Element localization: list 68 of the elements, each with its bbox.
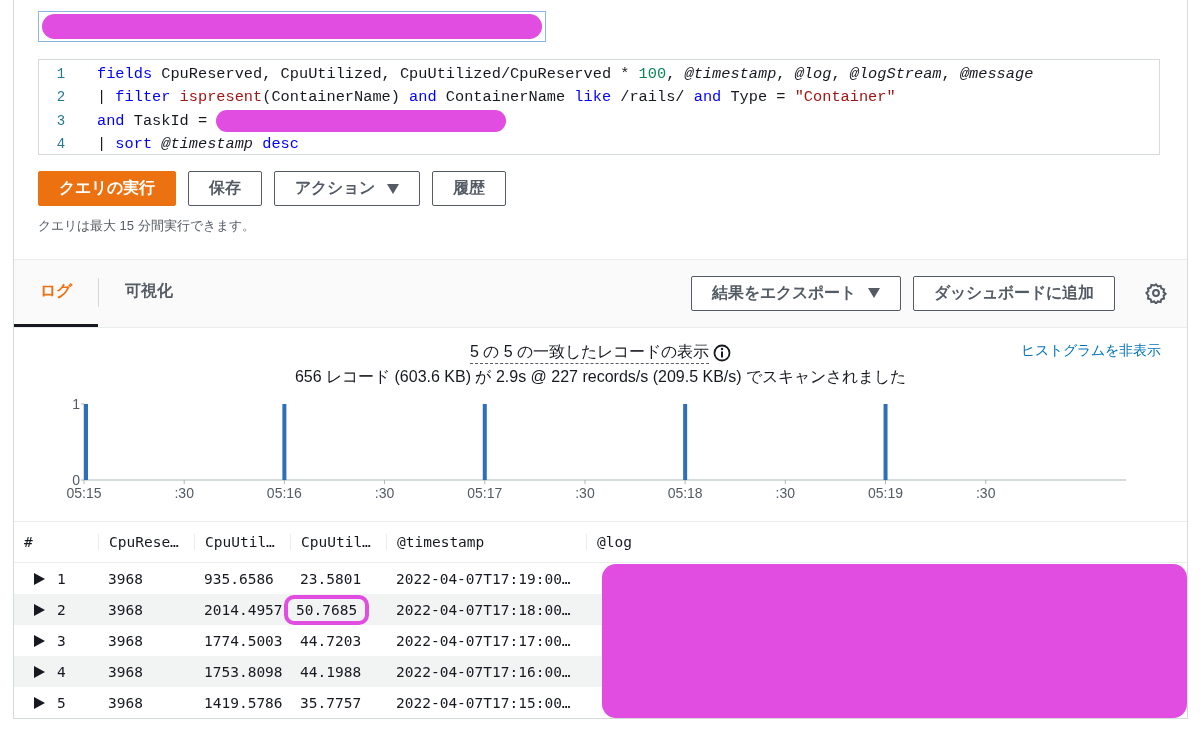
- table-cell-text: 3968: [107, 570, 143, 587]
- table-cell: 5: [57, 694, 66, 711]
- actions-dropdown[interactable]: アクション: [274, 171, 420, 206]
- table-cell-text: 3968: [107, 601, 143, 618]
- line-number: 4: [55, 136, 67, 153]
- add-to-dashboard-button[interactable]: ダッシュボードに追加: [913, 275, 1115, 311]
- x-tick-label: :30: [775, 484, 796, 501]
- table-cell-text: 2014.4957: [203, 601, 283, 618]
- column-header[interactable]: CpuRese…: [98, 534, 194, 550]
- tab[interactable]: 可視化: [99, 260, 199, 327]
- table-cell-text: 44.1988: [299, 663, 362, 680]
- query-editor[interactable]: [38, 59, 1160, 155]
- hide-histogram-link[interactable]: ヒストグラムを非表示: [1021, 341, 1161, 360]
- table-cell-text: 935.6586: [203, 570, 274, 587]
- caret-icon: [387, 183, 399, 194]
- table-cell: 2: [57, 601, 66, 618]
- column-header[interactable]: @log: [586, 534, 1187, 550]
- table-cell-text: 44.7203: [299, 632, 362, 649]
- table-cell-text: 3968: [107, 632, 143, 649]
- settings-icon[interactable]: [1145, 282, 1167, 305]
- code-line: | sort @timestamp desc: [96, 135, 299, 154]
- table-cell: 4: [57, 663, 66, 680]
- query-note: クエリは最大 15 分間実行できます。: [38, 217, 256, 235]
- export-dropdown[interactable]: 結果をエクスポート: [691, 275, 901, 311]
- table-cell-text: 1419.5786: [203, 694, 283, 711]
- code-line: fields CpuReserved, CpuUtilized, CpuUtilized/CpuReserved * 100, @timestamp, @log, @logStream, @message: [96, 64, 1034, 83]
- table-cell-text: 2022-04-07T17:18:00…: [395, 601, 571, 618]
- x-tick-label: 05:18: [667, 484, 703, 501]
- records-summary: 5 の 5 の一致したレコードの表示: [469, 341, 710, 364]
- expand-icon[interactable]: [34, 665, 45, 678]
- column-header[interactable]: CpuUtil…: [194, 534, 290, 550]
- table-cell-text: 23.5801: [299, 570, 362, 587]
- table-cell: 3: [57, 632, 66, 649]
- table-cell-text: 3968: [107, 663, 143, 680]
- table-cell-text: 2022-04-07T17:17:00…: [395, 632, 571, 649]
- toolbar-button[interactable]: 履歴: [432, 171, 506, 206]
- line-number: 1: [55, 65, 67, 82]
- x-tick-label: 05:17: [467, 484, 503, 501]
- code-line: and TaskId =: [82, 109, 507, 132]
- x-tick-label: :30: [174, 484, 194, 501]
- table-cell-text: 1774.5003: [203, 632, 283, 649]
- scan-info: 656 レコード (603.6 KB) が 2.9s @ 227 records/s (209.5 KB/s) でスキャンされました: [293, 366, 908, 387]
- toolbar-button[interactable]: 保存: [188, 171, 262, 206]
- x-tick-label: :30: [374, 484, 395, 501]
- line-number: 3: [55, 112, 67, 129]
- table-cell-text: 1753.8098: [203, 663, 283, 680]
- expand-icon[interactable]: [34, 572, 45, 585]
- x-tick-label: 05:19: [868, 484, 904, 501]
- x-tick-label: :30: [575, 484, 595, 501]
- expand-icon[interactable]: [34, 634, 45, 647]
- table-cell-text: 2022-04-07T17:16:00…: [395, 663, 571, 680]
- table-cell-text: 35.7757: [299, 694, 362, 711]
- line-number: 2: [55, 89, 67, 106]
- expand-icon[interactable]: [34, 696, 45, 709]
- caret-icon: [868, 288, 880, 299]
- table-cell: 1: [57, 570, 66, 587]
- table-cell-text: 2022-04-07T17:15:00…: [395, 694, 571, 711]
- column-header[interactable]: CpuUtil…: [290, 534, 386, 550]
- y-tick-label: 1: [72, 395, 80, 412]
- table-cell-text: 3968: [107, 694, 143, 711]
- x-tick-label: :30: [976, 484, 996, 501]
- column-header[interactable]: #: [14, 534, 98, 550]
- x-tick-label: 05:16: [266, 484, 302, 501]
- code-line: | filter ispresent(ContainerName) and ContainerName like /rails/ and Type = "Container": [96, 88, 896, 107]
- info-icon[interactable]: [713, 343, 732, 362]
- column-header[interactable]: @timestamp: [386, 534, 586, 550]
- expand-icon[interactable]: [34, 603, 45, 616]
- table-cell-text: 2022-04-07T17:19:00…: [395, 570, 571, 587]
